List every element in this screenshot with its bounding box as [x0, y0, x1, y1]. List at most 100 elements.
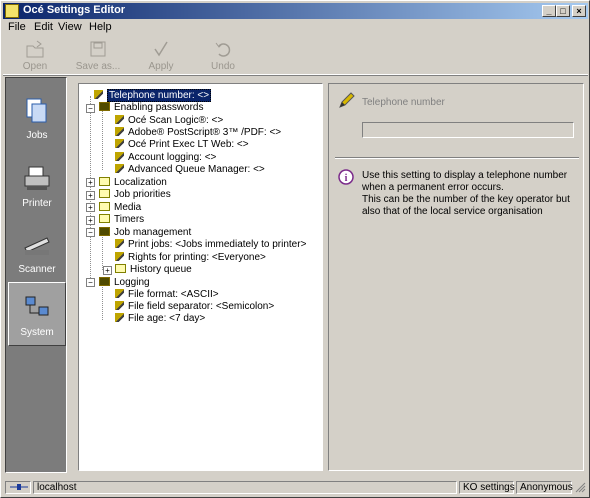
tree-node-media[interactable]: Media: [99, 202, 141, 214]
pencil-icon: [115, 301, 124, 310]
tree-node-history-queue-label: History queue: [130, 264, 192, 275]
pencil-icon: [339, 92, 355, 108]
tree-node-field-separator-label: File field separator: <Semicolon>: [128, 301, 275, 312]
tree-node-print-jobs-label: Print jobs: <Jobs immediately to printer…: [128, 239, 307, 250]
info-text: Use this setting to display a telephone …: [362, 170, 580, 218]
save-as-button[interactable]: Save as...: [73, 37, 123, 73]
tree-node-job-priorities[interactable]: Job priorities: [99, 189, 171, 201]
nav-scanner[interactable]: Scanner: [8, 220, 66, 286]
collapse-toggle[interactable]: −: [86, 228, 95, 237]
settings-group-icon: [99, 102, 110, 111]
connection-status: [5, 481, 31, 494]
tree-node-rights-label: Rights for printing: <Everyone>: [128, 252, 266, 263]
pencil-icon: [115, 313, 124, 322]
tree-node-advanced-queue-label: Advanced Queue Manager: <>: [128, 164, 265, 175]
status-bar: localhost KO settings Anonymous: [3, 479, 588, 495]
folder-icon: [99, 214, 110, 223]
tree-node-enabling-passwords[interactable]: Enabling passwords: [99, 102, 204, 114]
tree-node-history-queue[interactable]: History queue: [115, 264, 192, 276]
nav-printer[interactable]: Printer: [8, 154, 66, 220]
tree-node-telephone[interactable]: Telephone number: <>: [94, 89, 212, 102]
checkmark-icon: [154, 41, 168, 57]
tree-node-timers[interactable]: Timers: [99, 214, 144, 226]
tree-node-account-logging[interactable]: Account logging: <>: [115, 152, 216, 164]
tree-node-field-separator[interactable]: File field separator: <Semicolon>: [115, 301, 274, 313]
expand-toggle[interactable]: +: [86, 191, 95, 200]
pencil-icon: [115, 164, 124, 173]
info-line: when a permanent error occurs.: [362, 182, 504, 193]
info-line: This can be the number of the key operat…: [362, 194, 570, 205]
tree-node-print-exec[interactable]: Océ Print Exec LT Web: <>: [115, 139, 249, 151]
floppy-disk-icon: [90, 41, 106, 57]
folder-icon: [115, 264, 126, 273]
nav-jobs[interactable]: Jobs: [8, 86, 66, 152]
menu-help[interactable]: Help: [89, 21, 112, 33]
tree-node-print-jobs[interactable]: Print jobs: <Jobs immediately to printer…: [115, 239, 306, 251]
tree-node-file-age[interactable]: File age: <7 day>: [115, 313, 205, 325]
info-icon: i: [338, 169, 354, 185]
setting-label: Telephone number: [362, 97, 445, 108]
resize-grip-icon[interactable]: [575, 482, 586, 493]
pencil-icon: [94, 90, 103, 99]
folder-icon: [99, 202, 110, 211]
printer-icon: [24, 166, 50, 190]
tree-node-localization-label: Localization: [114, 177, 167, 188]
save-as-label: Save as...: [75, 61, 121, 72]
tree-node-localization[interactable]: Localization: [99, 177, 167, 189]
tree-node-file-format[interactable]: File format: <ASCII>: [115, 289, 219, 301]
tree-node-logging-label: Logging: [114, 277, 150, 288]
close-button[interactable]: ×: [572, 5, 586, 17]
apply-button[interactable]: Apply: [139, 37, 183, 73]
settings-name: KO settings: [459, 481, 515, 494]
tree-node-print-exec-label: Océ Print Exec LT Web: <>: [128, 139, 249, 150]
tree-node-account-logging-label: Account logging: <>: [128, 152, 217, 163]
apply-label: Apply: [148, 61, 174, 72]
info-line: Use this setting to display a telephone …: [362, 170, 568, 181]
expand-toggle[interactable]: +: [86, 203, 95, 212]
menu-file[interactable]: File: [8, 21, 26, 33]
nav-printer-label: Printer: [22, 198, 52, 209]
menu-view[interactable]: View: [58, 21, 82, 33]
tree-node-logging[interactable]: Logging: [99, 277, 150, 289]
undo-button[interactable]: Undo: [201, 37, 245, 73]
title-bar: Océ Settings Editor _ □ ×: [3, 3, 588, 19]
maximize-button[interactable]: □: [556, 5, 570, 17]
info-line: also that of the local service organisat…: [362, 206, 543, 217]
tree-node-rights[interactable]: Rights for printing: <Everyone>: [115, 252, 266, 264]
tree-node-file-format-label: File format: <ASCII>: [128, 289, 219, 300]
menu-edit[interactable]: Edit: [34, 21, 53, 33]
tree-node-postscript[interactable]: Adobe® PostScript® 3™ /PDF: <>: [115, 127, 281, 139]
svg-text:i: i: [345, 173, 348, 184]
tree-node-scan-logic[interactable]: Océ Scan Logic®: <>: [115, 115, 223, 127]
settings-group-icon: [99, 277, 110, 286]
telephone-number-field[interactable]: [362, 122, 574, 138]
pencil-icon: [115, 127, 124, 136]
tree-node-job-priorities-label: Job priorities: [114, 189, 171, 200]
open-label: Open: [22, 61, 48, 72]
collapse-toggle[interactable]: −: [86, 104, 95, 113]
collapse-toggle[interactable]: −: [86, 278, 95, 287]
expand-toggle[interactable]: +: [86, 216, 95, 225]
settings-tree[interactable]: Telephone number: <> − Enabling password…: [78, 83, 323, 471]
host-name: localhost: [33, 481, 457, 494]
separator: [335, 157, 579, 159]
open-button[interactable]: Open: [13, 37, 57, 73]
tree-node-job-management[interactable]: Job management: [99, 227, 191, 239]
tree-node-telephone-label: Telephone number: <>: [107, 89, 212, 102]
toolbar: Open Save as... Apply Undo: [3, 37, 588, 75]
pencil-icon: [115, 152, 124, 161]
expand-toggle[interactable]: +: [86, 178, 95, 187]
network-plug-icon: [10, 484, 28, 490]
expand-toggle[interactable]: +: [103, 266, 112, 275]
settings-group-icon: [99, 227, 110, 236]
scanner-icon: [24, 237, 50, 255]
tree-node-advanced-queue[interactable]: Advanced Queue Manager: <>: [115, 164, 265, 176]
tree-node-scan-logic-label: Océ Scan Logic®: <>: [128, 115, 224, 126]
folder-icon: [99, 189, 110, 198]
minimize-button[interactable]: _: [542, 5, 556, 17]
nav-scanner-label: Scanner: [18, 264, 56, 275]
pencil-icon: [115, 115, 124, 124]
app-icon: [5, 4, 19, 18]
menu-bar: File Edit View Help: [3, 19, 588, 35]
nav-system[interactable]: System: [8, 282, 66, 346]
